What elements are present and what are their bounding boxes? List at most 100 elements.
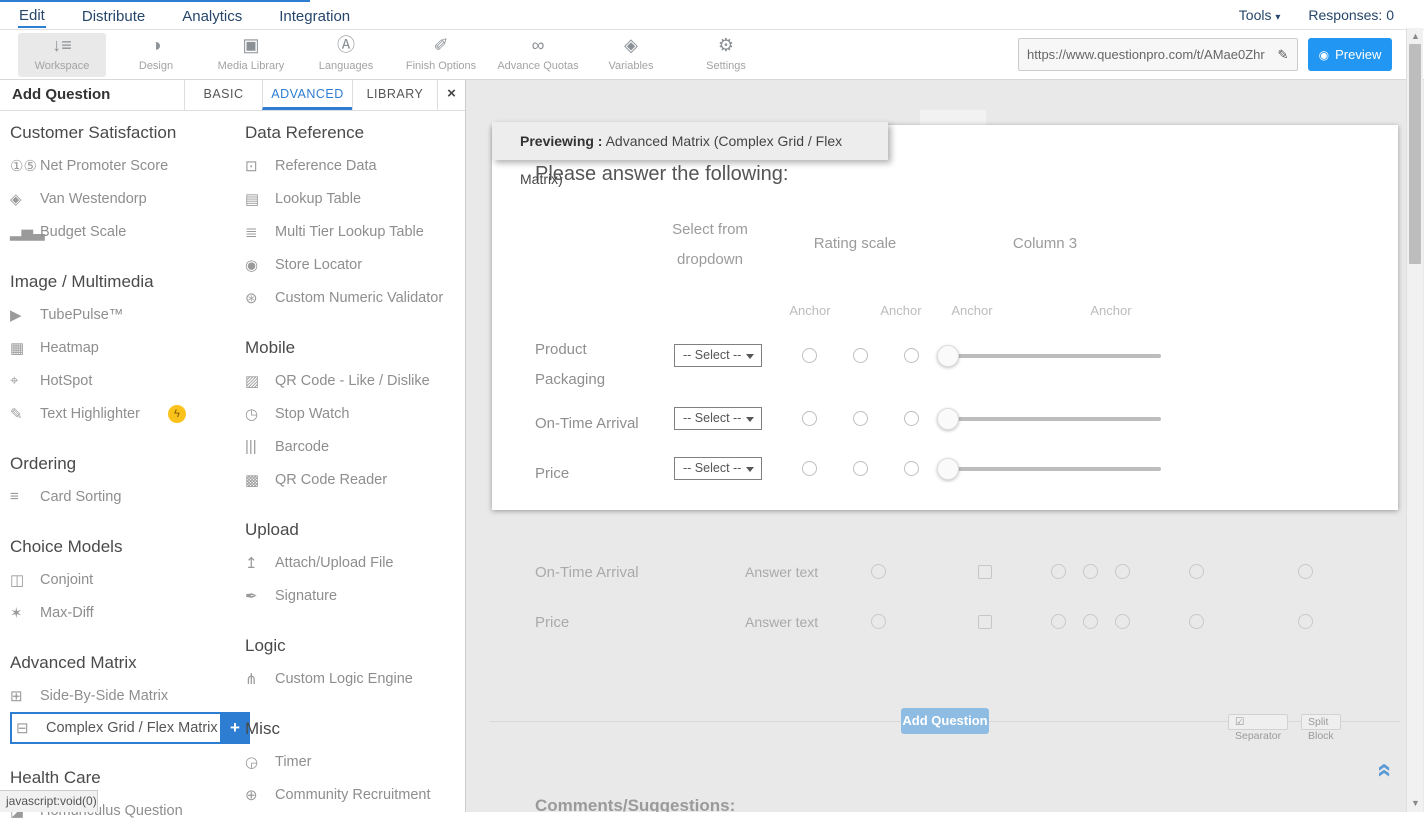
rating-radio-button[interactable] (904, 411, 919, 426)
responses-count[interactable]: Responses: 0 (1308, 7, 1394, 23)
workspace-icon: ↓≡ (18, 33, 106, 57)
rating-radio-button[interactable] (904, 461, 919, 476)
question-type-qr-code-like-dislike[interactable]: ▨QR Code - Like / Dislike (245, 364, 463, 397)
slider-track[interactable] (940, 354, 1161, 358)
toolbar-item-design[interactable]: ◑Design (101, 33, 211, 77)
previewing-label: Previewing : (520, 133, 602, 149)
toolbar-item-languages[interactable]: ⒶLanguages (291, 33, 401, 77)
tab-library[interactable]: LIBRARY (352, 80, 437, 110)
toolbar-item-settings[interactable]: ⚙Settings (671, 33, 781, 77)
split-block-button[interactable]: Split Block (1301, 714, 1341, 730)
nav-tab-analytics[interactable]: Analytics (181, 4, 243, 27)
toolbar-item-workspace[interactable]: ↓≡Workspace (18, 33, 106, 77)
slider-handle[interactable] (937, 345, 959, 367)
slider-handle[interactable] (937, 458, 959, 480)
question-type-lookup-table[interactable]: ▤Lookup Table (245, 182, 463, 215)
rating-radio-button[interactable] (904, 348, 919, 363)
question-type-custom-logic-engine[interactable]: ⋔Custom Logic Engine (245, 662, 463, 695)
question-type-multi-tier-lookup-table[interactable]: ≣Multi Tier Lookup Table (245, 215, 463, 248)
question-type-attach-upload-file[interactable]: ↥Attach/Upload File (245, 546, 463, 579)
bg-radio-button[interactable] (1189, 614, 1204, 629)
slider-track[interactable] (940, 417, 1161, 421)
question-type-hotspot[interactable]: ⌖HotSpot (10, 364, 238, 397)
toolbar-item-finish-options[interactable]: ✐Finish Options (386, 33, 496, 77)
question-type-community-recruitment[interactable]: ⊕Community Recruitment (245, 778, 463, 811)
bg-radio-button[interactable] (1298, 614, 1313, 629)
question-type-qr-code-reader[interactable]: ▩QR Code Reader (245, 463, 463, 496)
question-type-budget-scale[interactable]: ▂▅▃Budget Scale (10, 215, 238, 248)
tab-basic[interactable]: BASIC (184, 80, 262, 110)
bg-radio-button[interactable] (1051, 564, 1066, 579)
rating-radio-button[interactable] (802, 348, 817, 363)
preview-button[interactable]: ◉ Preview (1308, 38, 1392, 71)
question-type-heatmap[interactable]: ▦Heatmap (10, 331, 238, 364)
obscured-element (920, 110, 986, 125)
rating-radio-button[interactable] (802, 461, 817, 476)
select-dropdown[interactable]: -- Select -- (674, 344, 762, 367)
close-icon[interactable]: × (437, 80, 465, 110)
add-question-button[interactable]: Add Question (901, 708, 989, 734)
question-type-label: Signature (275, 588, 337, 604)
question-type-net-promoter-score[interactable]: ①⑤Net Promoter Score (10, 149, 238, 182)
slider-handle[interactable] (937, 408, 959, 430)
question-type-van-westendorp[interactable]: ◈Van Westendorp (10, 182, 238, 215)
question-type-max-diff[interactable]: ✶Max-Diff (10, 596, 238, 629)
bg-radio-button[interactable] (871, 614, 886, 629)
rating-radio-button[interactable] (853, 461, 868, 476)
question-type-stop-watch[interactable]: ◷Stop Watch (245, 397, 463, 430)
question-type-text-highlighter[interactable]: ✎Text Highlighterϟ (10, 397, 238, 430)
tab-advanced[interactable]: ADVANCED (262, 80, 352, 110)
toolbar-item-label: Media Library (196, 59, 306, 73)
scroll-to-top-icon[interactable]: « (1371, 763, 1401, 793)
bg-radio-button[interactable] (1115, 614, 1130, 629)
section-heading: Data Reference (245, 123, 463, 143)
rating-radio-button[interactable] (853, 348, 868, 363)
toolbar-item-variables[interactable]: ◈Variables (576, 33, 686, 77)
separator-button[interactable]: ☑ Separator (1228, 714, 1288, 730)
question-type-side-by-side-matrix[interactable]: ⊞Side-By-Side Matrix (10, 679, 238, 712)
toolbar-item-media-library[interactable]: ▣Media Library (196, 33, 306, 77)
question-type-conjoint[interactable]: ◫Conjoint (10, 563, 238, 596)
question-type-timer[interactable]: ◶Timer (245, 745, 463, 778)
select-dropdown[interactable]: -- Select -- (674, 407, 762, 430)
bg-radio-button[interactable] (871, 564, 886, 579)
slider-track[interactable] (940, 467, 1161, 471)
scrollbar-thumb[interactable] (1409, 44, 1421, 264)
tools-dropdown[interactable]: Tools ▾ (1239, 7, 1281, 23)
rating-radio-button[interactable] (853, 411, 868, 426)
scrollbar-up-arrow-icon[interactable]: ▲ (1407, 31, 1424, 41)
bg-radio-button[interactable] (1115, 564, 1130, 579)
bg-radio-button[interactable] (1298, 564, 1313, 579)
bg-radio-button[interactable] (1051, 614, 1066, 629)
survey-url-value[interactable]: https://www.questionpro.com/t/AMae0Zhr (1019, 47, 1269, 62)
bg-checkbox[interactable] (978, 615, 992, 629)
vertical-scrollbar[interactable]: ▲ ▼ (1406, 28, 1423, 812)
bg-checkbox[interactable] (978, 565, 992, 579)
rating-radio-button[interactable] (802, 411, 817, 426)
select-dropdown[interactable]: -- Select -- (674, 457, 762, 480)
question-type-label: TubePulse™ (40, 307, 123, 323)
hotspot-target-icon: ⌖ (10, 372, 40, 389)
separator-label: Separator (1235, 730, 1281, 742)
anchor-label: Anchor (780, 303, 840, 318)
survey-url-field[interactable]: https://www.questionpro.com/t/AMae0Zhr ✎ (1018, 38, 1298, 71)
scrollbar-down-arrow-icon[interactable]: ▼ (1407, 798, 1424, 808)
question-type-signature[interactable]: ✒Signature (245, 579, 463, 612)
panel-column-right: Data Reference ⊡Reference Data▤Lookup Tab… (245, 111, 463, 811)
bg-radio-button[interactable] (1083, 614, 1098, 629)
question-type-tubepulse[interactable]: ▶TubePulse™ (10, 298, 238, 331)
nav-tab-distribute[interactable]: Distribute (81, 4, 146, 27)
section-mobile: Mobile▨QR Code - Like / Dislike◷Stop Wat… (245, 338, 463, 496)
edit-url-pencil-icon[interactable]: ✎ (1269, 47, 1297, 63)
bg-radio-button[interactable] (1083, 564, 1098, 579)
nav-tab-integration[interactable]: Integration (278, 4, 351, 27)
question-type-complex-grid-flex-matrix[interactable]: ⊟Complex Grid / Flex Matrix+ (10, 712, 222, 744)
question-type-custom-numeric-validator[interactable]: ⊛Custom Numeric Validator (245, 281, 463, 314)
question-type-card-sorting[interactable]: ≡Card Sorting (10, 480, 238, 513)
bg-radio-button[interactable] (1189, 564, 1204, 579)
question-type-store-locator[interactable]: ◉Store Locator (245, 248, 463, 281)
question-type-barcode[interactable]: |||Barcode (245, 430, 463, 463)
question-type-reference-data[interactable]: ⊡Reference Data (245, 149, 463, 182)
net-promoter-score-icon: ①⑤ (10, 157, 40, 175)
nav-tab-edit[interactable]: Edit (18, 3, 46, 28)
